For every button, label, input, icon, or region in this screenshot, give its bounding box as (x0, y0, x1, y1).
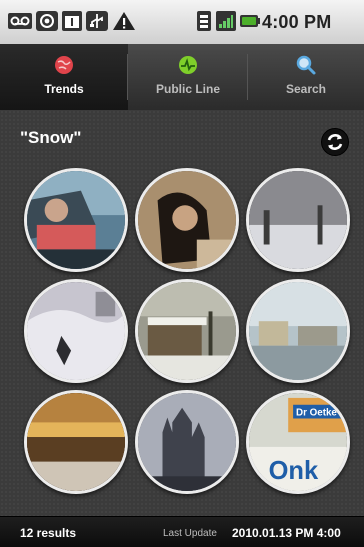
voicemail-icon (8, 13, 32, 29)
battery-icon (240, 15, 260, 27)
photo-image: Dr Oetke Onk (249, 393, 347, 491)
tab-public-line[interactable]: Public Line (128, 44, 248, 110)
tab-trends-label: Trends (44, 82, 84, 96)
last-update-value: 2010.01.13 PM 4:00 (232, 526, 341, 540)
photo-image (249, 171, 347, 269)
trend-photo-packaging[interactable]: Dr Oetke Onk (246, 390, 350, 494)
usb-icon (86, 11, 108, 31)
calendar-icon (62, 11, 82, 31)
trend-photo-snowy-yard[interactable] (246, 168, 350, 272)
photo-image (27, 171, 125, 269)
refresh-icon[interactable] (321, 128, 349, 156)
trend-photo-houses[interactable] (246, 279, 350, 383)
trend-photo-snow-covered[interactable] (24, 279, 128, 383)
status-time: 4:00 PM (262, 12, 332, 32)
trend-photo-person[interactable] (135, 168, 239, 272)
footer-bar: 12 results Last Update 2010.01.13 PM 4:0… (0, 516, 364, 547)
trend-photo-snowy-building[interactable] (135, 279, 239, 383)
packaging-text-bottom: Onk (269, 457, 319, 485)
trend-photo-car-window[interactable] (24, 168, 128, 272)
public-line-icon (179, 56, 197, 74)
warning-icon (113, 12, 135, 30)
trend-photo-sunset-street[interactable] (24, 390, 128, 494)
tab-trends[interactable]: Trends (0, 44, 128, 110)
globe-icon (55, 56, 73, 74)
tab-search-label: Search (285, 82, 327, 96)
last-update-label: Last Update (163, 528, 217, 539)
tab-bar: Trends Public Line Search (0, 44, 364, 111)
sim-icon (197, 11, 211, 31)
status-bar: 4:00 PM (0, 0, 364, 45)
photo-image (249, 282, 347, 380)
trend-photo-cathedral[interactable] (135, 390, 239, 494)
photo-image (138, 282, 236, 380)
trends-content: "Snow" Dr Oetke Onk (0, 110, 364, 516)
tab-public-line-label: Public Line (155, 82, 220, 96)
at-sign-icon (36, 11, 58, 31)
tab-search[interactable]: Search (248, 44, 364, 110)
photo-image (138, 171, 236, 269)
photo-image (138, 393, 236, 491)
packaging-text-top: Dr Oetke (296, 408, 337, 419)
photo-image (27, 282, 125, 380)
results-count: 12 results (20, 526, 77, 540)
photo-image (27, 393, 125, 491)
search-query-title: "Snow" (20, 128, 82, 147)
signal-icon (216, 11, 236, 31)
search-icon (296, 55, 316, 75)
